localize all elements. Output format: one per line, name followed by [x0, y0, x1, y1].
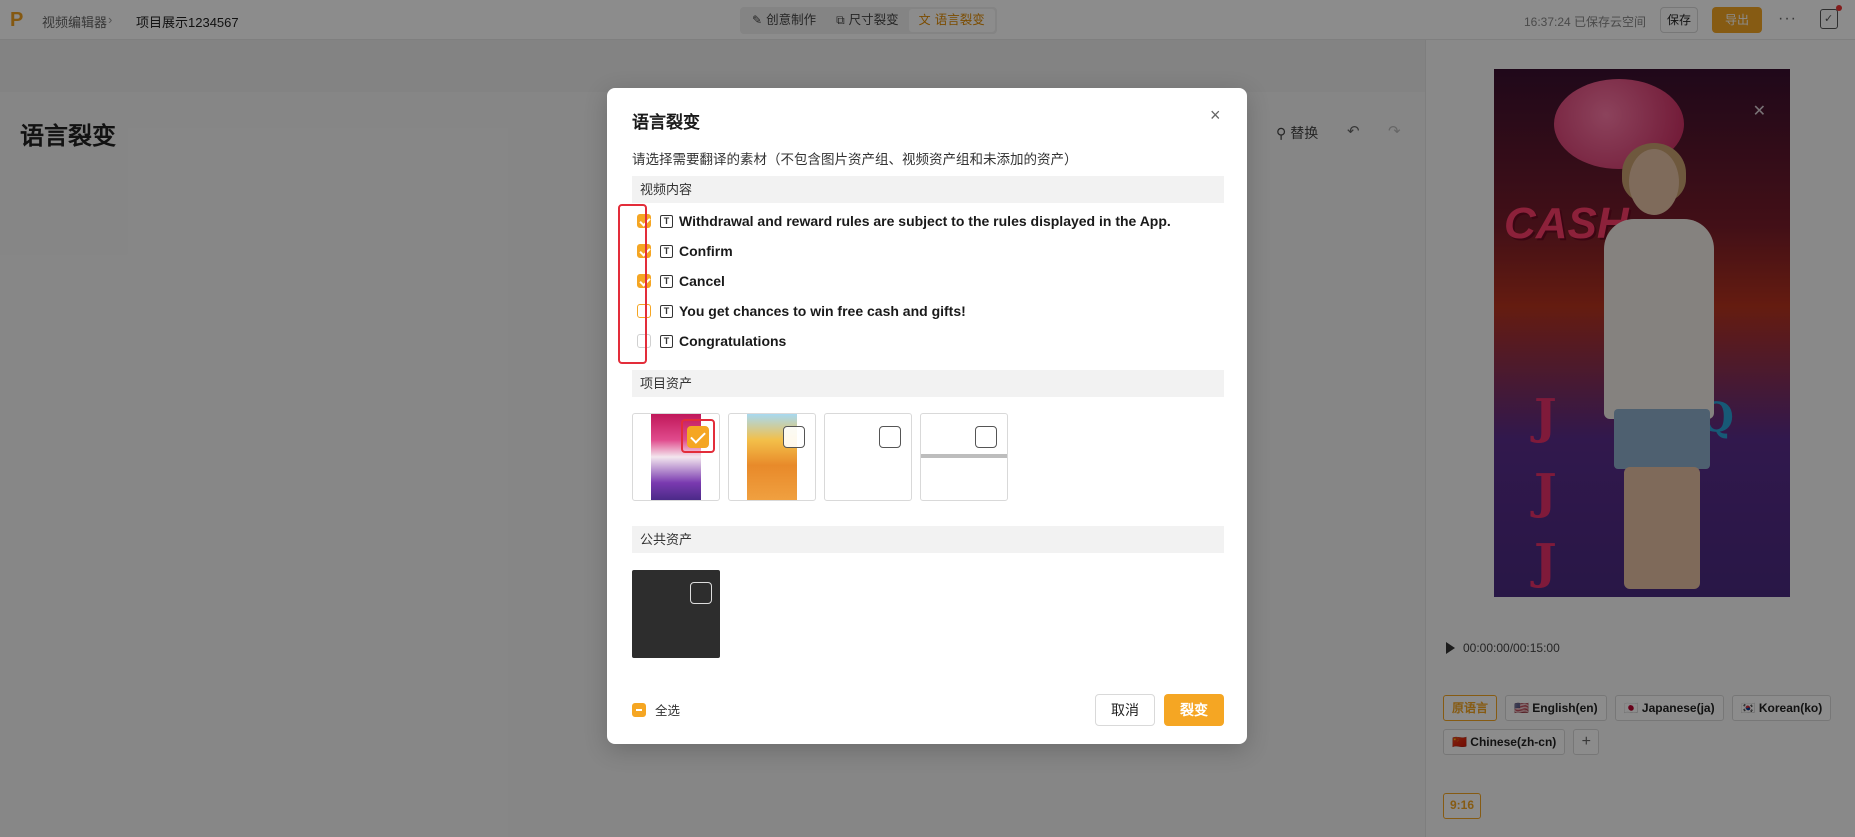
text-item[interactable]: T Cancel: [637, 271, 725, 291]
text-item[interactable]: T Congratulations: [637, 331, 786, 351]
section-project-assets: 项目资产: [632, 370, 1224, 397]
text-item-label: Confirm: [679, 243, 733, 259]
highlight-outline-checkboxes: [618, 204, 647, 364]
text-type-icon: T: [660, 274, 673, 288]
text-item-label: Cancel: [679, 273, 725, 289]
project-asset-tile[interactable]: [920, 413, 1008, 501]
text-item[interactable]: T Confirm: [637, 241, 733, 261]
public-asset-tile[interactable]: [632, 570, 720, 658]
text-type-icon: T: [660, 304, 673, 318]
close-icon[interactable]: ×: [1210, 106, 1221, 124]
asset-checkbox[interactable]: [879, 426, 901, 448]
cancel-button[interactable]: 取消: [1095, 694, 1155, 726]
language-fission-dialog: 语言裂变 × 请选择需要翻译的素材（不包含图片资产组、视频资产组和未添加的资产）…: [607, 88, 1247, 744]
asset-thumbnail: [921, 454, 1007, 458]
select-all-checkbox[interactable]: [632, 702, 646, 717]
text-type-icon: T: [660, 244, 673, 258]
section-video-content: 视频内容: [632, 176, 1224, 203]
text-item[interactable]: T Withdrawal and reward rules are subjec…: [637, 211, 1171, 231]
text-type-icon: T: [660, 334, 673, 348]
project-asset-tile[interactable]: [824, 413, 912, 501]
text-item-label: Congratulations: [679, 333, 787, 349]
dialog-title: 语言裂变: [632, 113, 700, 132]
text-type-icon: T: [660, 214, 673, 228]
fission-button[interactable]: 裂变: [1164, 694, 1224, 726]
section-public-assets: 公共资产: [632, 526, 1224, 553]
text-item-label: You get chances to win free cash and gif…: [679, 303, 966, 319]
asset-checkbox[interactable]: [690, 582, 712, 604]
dialog-description: 请选择需要翻译的素材（不包含图片资产组、视频资产组和未添加的资产）: [632, 152, 1078, 167]
asset-checkbox[interactable]: [975, 426, 997, 448]
asset-checkbox[interactable]: [783, 426, 805, 448]
project-asset-tile[interactable]: [728, 413, 816, 501]
text-item-label: Withdrawal and reward rules are subject …: [679, 213, 1171, 229]
highlight-outline-asset: [681, 419, 715, 453]
text-item[interactable]: T You get chances to win free cash and g…: [637, 301, 966, 321]
select-all[interactable]: 全选: [632, 700, 680, 719]
select-all-label: 全选: [655, 704, 681, 718]
